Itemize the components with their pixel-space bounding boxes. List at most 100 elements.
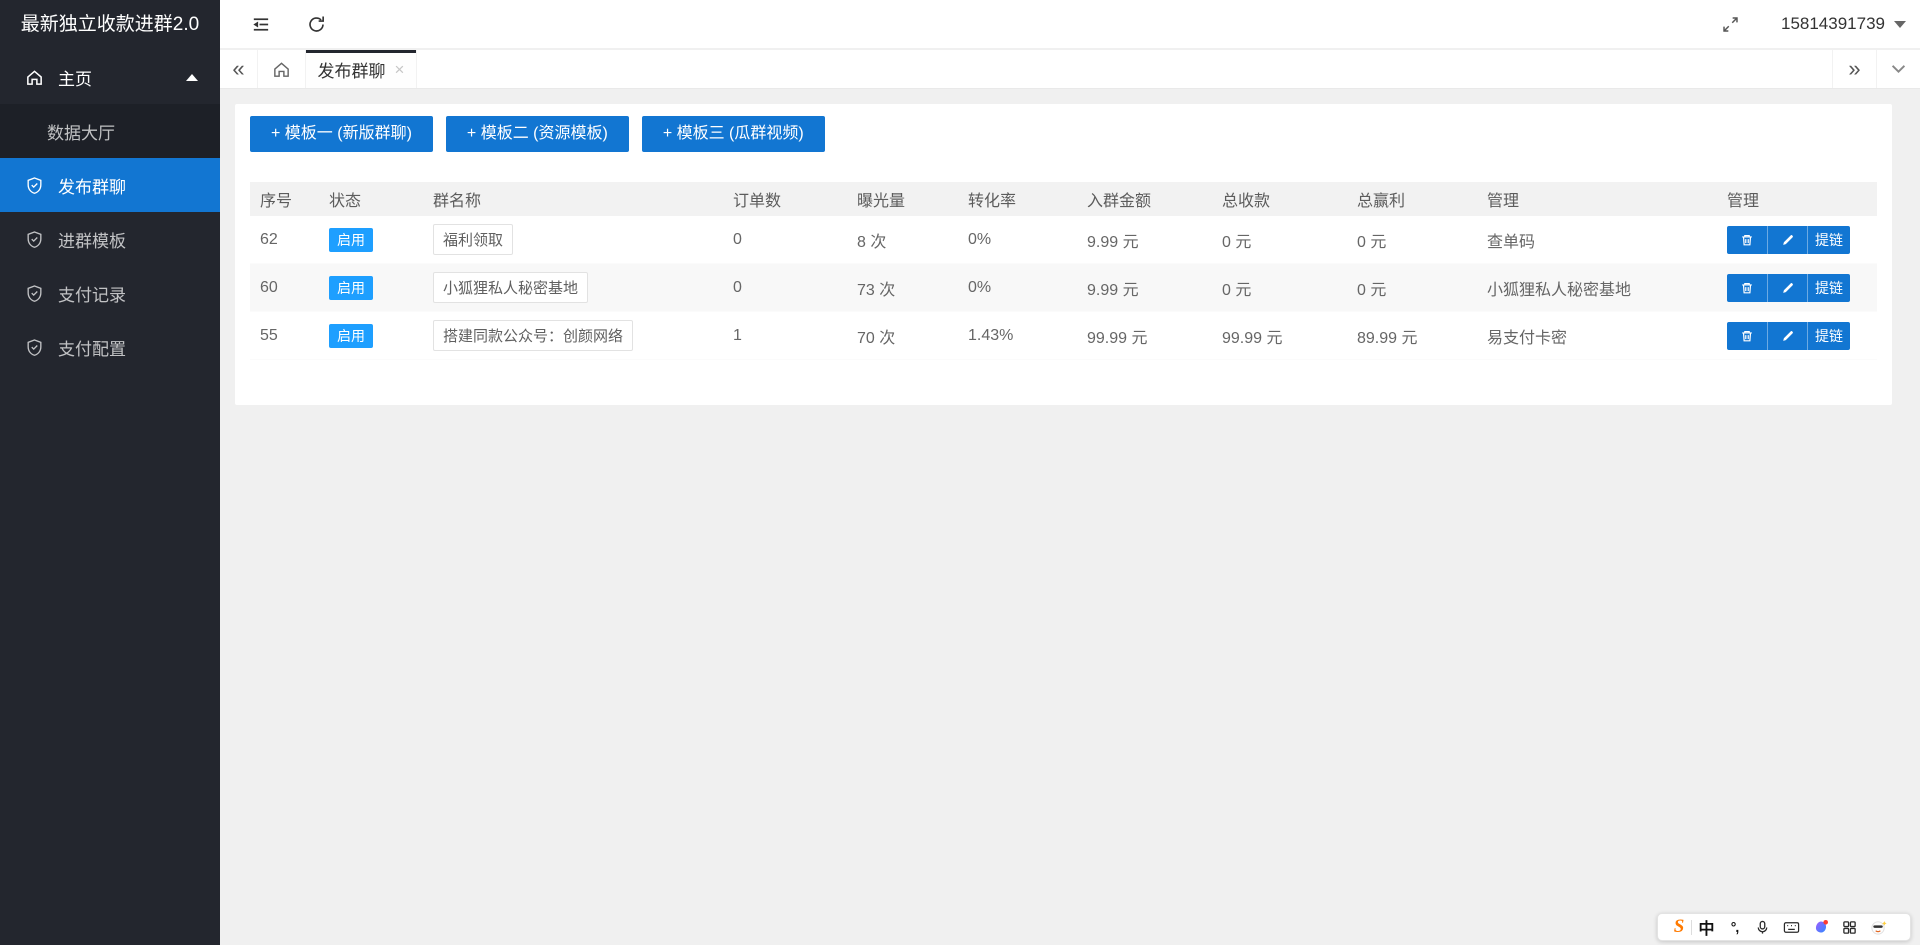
groups-table: 序号 状态 群名称 订单数 曝光量 转化率 入群金额 总收款 总赢利 管理 管理…	[250, 182, 1877, 360]
microphone-icon[interactable]	[1748, 920, 1777, 935]
group-name-tag: 小狐狸私人秘密基地	[433, 272, 588, 303]
col-header: 状态	[319, 187, 423, 211]
cell-manage-text: 易支付卡密	[1477, 324, 1717, 348]
col-header: 管理	[1477, 187, 1717, 211]
cell-exposure: 73 次	[847, 276, 958, 300]
sidebar-item-label: 支付配置	[58, 335, 126, 360]
sogou-logo-icon[interactable]: S	[1667, 916, 1691, 938]
pencil-icon	[1781, 281, 1795, 295]
shield-check-icon	[25, 337, 45, 357]
emoji-face-icon[interactable]	[1864, 919, 1893, 936]
main-content: + 模板一 (新版群聊) + 模板二 (资源模板) + 模板三 (瓜群视频) 序…	[220, 90, 1920, 945]
col-header: 总收款	[1212, 187, 1347, 211]
group-name-tag: 搭建同款公众号：创颜网络	[433, 320, 633, 351]
shield-check-icon	[25, 175, 45, 195]
username: 15814391739	[1781, 14, 1885, 34]
cell-profit: 0 元	[1347, 276, 1477, 300]
add-template-3-button[interactable]: + 模板三 (瓜群视频)	[642, 116, 825, 152]
cell-exposure: 70 次	[847, 324, 958, 348]
fullscreen-icon[interactable]	[1719, 12, 1743, 36]
sidebar-item-group-template[interactable]: 进群模板	[0, 212, 220, 266]
content-card: + 模板一 (新版群聊) + 模板二 (资源模板) + 模板三 (瓜群视频) 序…	[235, 104, 1892, 405]
extract-link-button[interactable]: 提链	[1807, 226, 1850, 254]
trash-icon	[1740, 329, 1754, 343]
cell-income: 99.99 元	[1212, 324, 1347, 348]
row-actions: 提链	[1727, 322, 1850, 350]
sidebar-item-home[interactable]: 主页	[0, 50, 220, 104]
table-row: 62 启用 福利领取 0 8 次 0% 9.99 元 0 元 0 元 查单码 提…	[250, 216, 1877, 264]
col-header: 订单数	[723, 187, 847, 211]
col-header: 入群金额	[1077, 187, 1212, 211]
cell-manage-text: 小狐狸私人秘密基地	[1477, 276, 1717, 300]
tabs-menu-button[interactable]	[1876, 50, 1920, 88]
group-name-tag: 福利领取	[433, 224, 513, 255]
refresh-icon[interactable]	[304, 12, 328, 36]
apps-grid-icon[interactable]	[1835, 920, 1864, 935]
edit-button[interactable]	[1767, 226, 1807, 254]
ime-toolbar: S 中 °,	[1657, 913, 1911, 941]
sidebar-item-label: 发布群聊	[58, 173, 126, 198]
keyboard-icon[interactable]	[1777, 920, 1806, 935]
top-header: 15814391739	[220, 0, 1920, 49]
cell-income: 0 元	[1212, 228, 1347, 252]
cell-orders: 1	[723, 327, 847, 345]
user-menu[interactable]: 15814391739	[1781, 14, 1906, 34]
shield-check-icon	[25, 229, 45, 249]
sidebar-item-label: 进群模板	[58, 227, 126, 252]
punctuation-icon[interactable]: °,	[1721, 919, 1748, 935]
sidebar-item-payment-config[interactable]: 支付配置	[0, 320, 220, 374]
cell-orders: 0	[723, 231, 847, 249]
home-icon	[272, 60, 291, 79]
trash-icon	[1740, 281, 1754, 295]
chevron-down-icon	[1891, 64, 1906, 74]
sidebar-item-payment-records[interactable]: 支付记录	[0, 266, 220, 320]
row-actions: 提链	[1727, 226, 1850, 254]
cell-amount: 9.99 元	[1077, 228, 1212, 252]
chinese-mode-icon[interactable]: 中	[1692, 915, 1721, 939]
cell-id: 60	[250, 279, 319, 297]
add-template-2-button[interactable]: + 模板二 (资源模板)	[446, 116, 629, 152]
tab-publish-group[interactable]: 发布群聊 ×	[306, 50, 417, 88]
trash-icon	[1740, 233, 1754, 247]
table-row: 55 启用 搭建同款公众号：创颜网络 1 70 次 1.43% 99.99 元 …	[250, 312, 1877, 360]
delete-button[interactable]	[1727, 322, 1767, 350]
delete-button[interactable]	[1727, 226, 1767, 254]
tab-home[interactable]	[258, 50, 306, 88]
sidebar-item-publish-group[interactable]: 发布群聊	[0, 158, 220, 212]
sidebar-item-label: 支付记录	[58, 281, 126, 306]
shield-check-icon	[25, 283, 45, 303]
caret-down-icon	[1894, 21, 1906, 28]
edit-button[interactable]	[1767, 322, 1807, 350]
table-row: 60 启用 小狐狸私人秘密基地 0 73 次 0% 9.99 元 0 元 0 元…	[250, 264, 1877, 312]
app-title: 最新独立收款进群2.0	[0, 0, 220, 50]
skin-palette-icon[interactable]	[1806, 919, 1835, 935]
cell-rate: 0%	[958, 231, 1077, 249]
col-header: 总赢利	[1347, 187, 1477, 211]
cell-profit: 0 元	[1347, 228, 1477, 252]
tabs-scroll-right-button[interactable]: »	[1832, 50, 1876, 88]
cell-rate: 0%	[958, 279, 1077, 297]
pencil-icon	[1781, 329, 1795, 343]
cell-amount: 9.99 元	[1077, 276, 1212, 300]
row-actions: 提链	[1727, 274, 1850, 302]
status-badge: 启用	[329, 324, 373, 348]
extract-link-button[interactable]: 提链	[1807, 322, 1850, 350]
table-header-row: 序号 状态 群名称 订单数 曝光量 转化率 入群金额 总收款 总赢利 管理 管理	[250, 182, 1877, 216]
extract-link-button[interactable]: 提链	[1807, 274, 1850, 302]
cell-amount: 99.99 元	[1077, 324, 1212, 348]
chevron-up-icon	[186, 74, 198, 81]
sidebar-item-data-hall[interactable]: 数据大厅	[0, 104, 220, 158]
col-header: 管理	[1717, 187, 1873, 211]
pencil-icon	[1781, 233, 1795, 247]
edit-button[interactable]	[1767, 274, 1807, 302]
cell-profit: 89.99 元	[1347, 324, 1477, 348]
col-header: 曝光量	[847, 187, 958, 211]
menu-fold-icon[interactable]	[248, 12, 272, 36]
delete-button[interactable]	[1727, 274, 1767, 302]
cell-id: 55	[250, 327, 319, 345]
cell-id: 62	[250, 231, 319, 249]
tabs-scroll-left-button[interactable]: «	[220, 50, 258, 88]
add-template-1-button[interactable]: + 模板一 (新版群聊)	[250, 116, 433, 152]
close-icon[interactable]: ×	[395, 61, 405, 78]
status-badge: 启用	[329, 276, 373, 300]
